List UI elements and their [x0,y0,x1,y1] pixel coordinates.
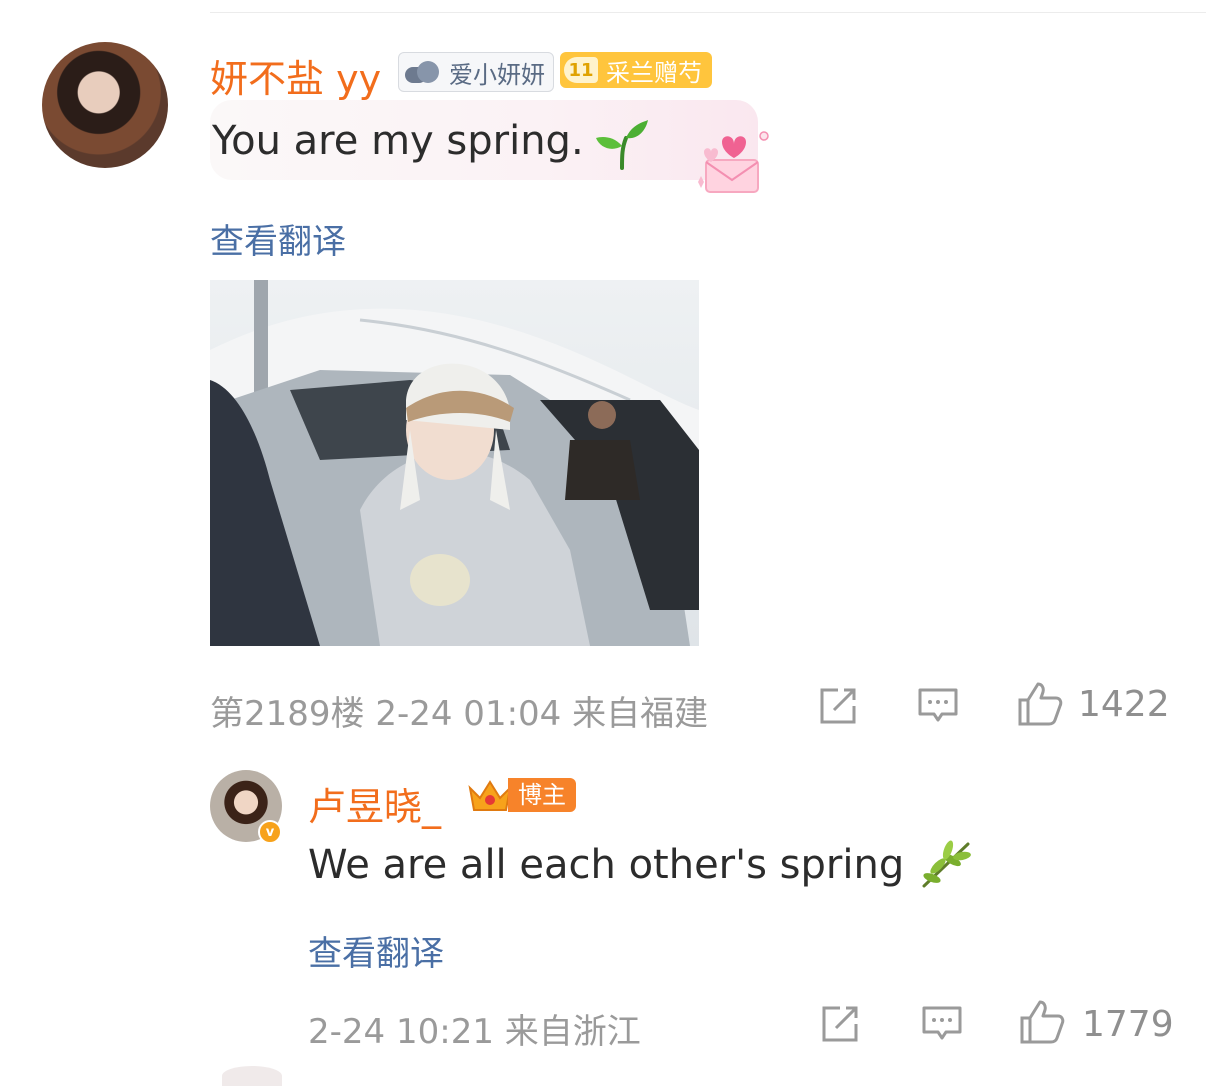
next-comment-avatar-partial [222,1066,282,1086]
heart-envelope-sticker [698,131,769,193]
sprout-emoji-icon [596,120,648,170]
like-count: 1779 [1082,1004,1174,1045]
fan-group-badge-label: 爱小妍妍 [449,60,545,89]
comment-attached-photo[interactable] [210,280,699,646]
blogger-badge: 博主 [466,776,576,814]
blogger-badge-label: 博主 [508,778,576,812]
cloud-icon [403,59,443,85]
level-number: 11 [564,57,598,83]
blogger-username[interactable]: 卢昱晓_ [308,776,441,831]
like-count: 1422 [1078,684,1170,725]
fan-level-badge[interactable]: 11 采兰赠芍 [560,52,712,88]
olive-branch-emoji-icon [922,840,971,888]
comment-icon[interactable] [916,684,960,728]
view-translation-link[interactable]: 查看翻译 [308,926,444,975]
top-divider [210,12,1206,13]
fan-group-badge[interactable]: 爱小妍妍 [398,52,554,92]
commenter-username[interactable]: 妍不盐 yy [210,48,381,103]
thumbs-up-icon[interactable] [1016,680,1064,728]
comment-icon[interactable] [920,1002,964,1046]
view-translation-link[interactable]: 查看翻译 [210,214,346,263]
reply-meta: 2-24 10:21 来自浙江 [308,1012,641,1052]
crown-icon [468,780,512,811]
comment-text: You are my spring. [212,118,584,164]
verified-v-icon: v [258,820,282,844]
reply-text: We are all each other's spring [308,842,905,888]
share-icon[interactable] [818,1002,862,1046]
comment-meta: 第2189楼 2-24 01:04 来自福建 [210,694,709,734]
share-icon[interactable] [816,684,860,728]
thumbs-up-icon[interactable] [1018,998,1066,1046]
level-badge-label: 采兰赠芍 [606,58,702,87]
commenter-avatar[interactable] [42,42,168,168]
